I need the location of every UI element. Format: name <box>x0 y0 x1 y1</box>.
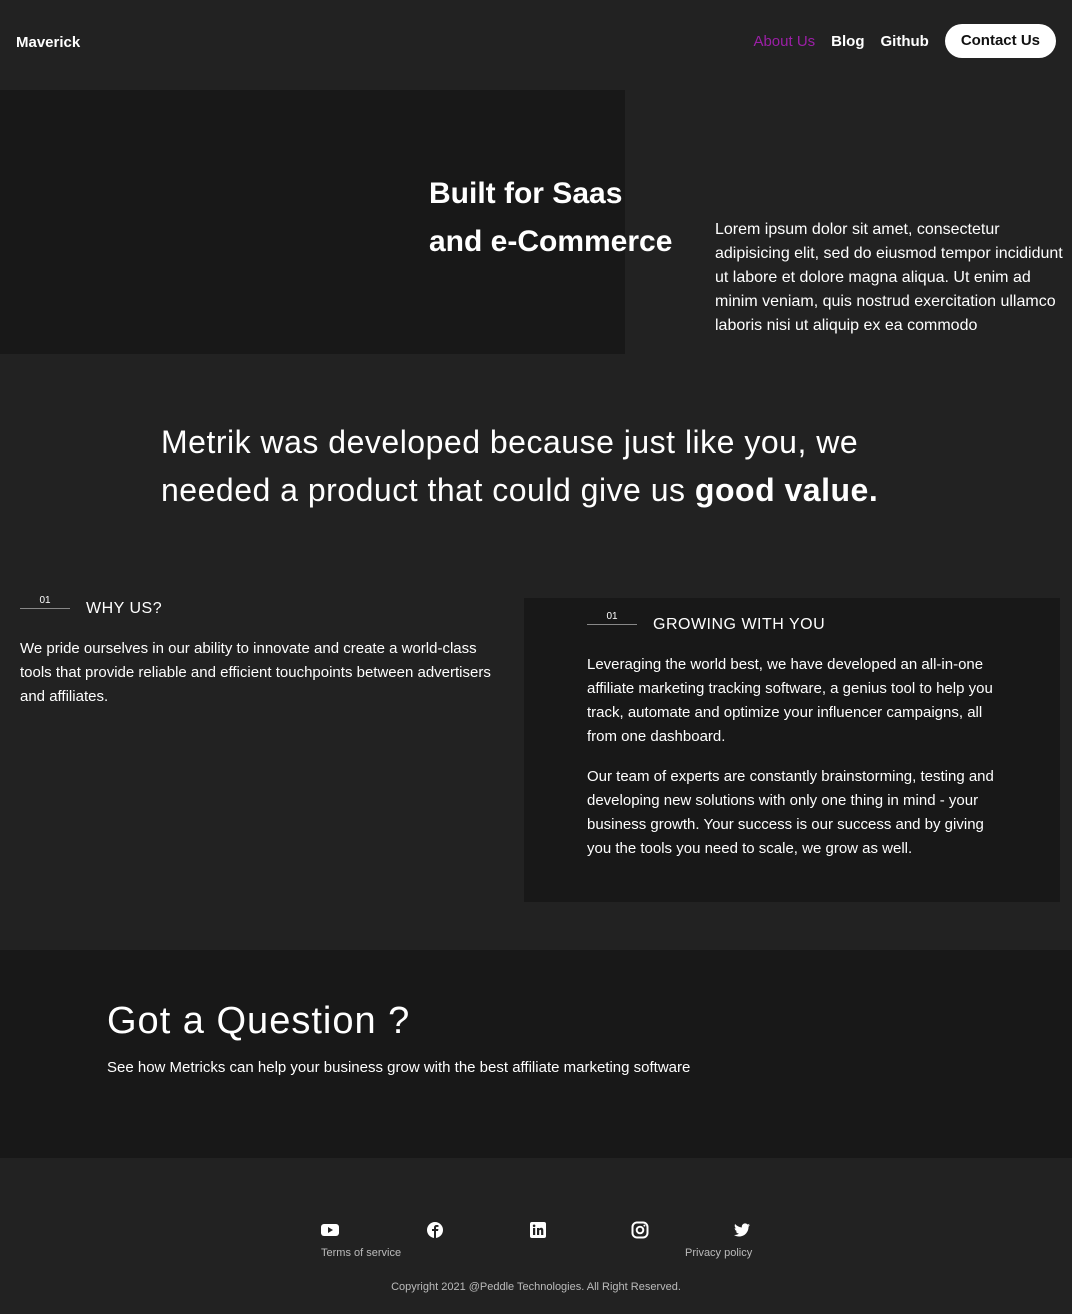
terms-of-service-link[interactable]: Terms of service <box>321 1247 401 1259</box>
feature-text-growing-2: Our team of experts are constantly brain… <box>587 768 994 857</box>
social-icons <box>321 1221 753 1239</box>
hero-description: Lorem ipsum dolor sit amet, consectetur … <box>715 221 1063 334</box>
feature-number-text: 01 <box>606 611 618 622</box>
feature-number-underline <box>20 608 70 609</box>
question-text: See how Metricks can help your business … <box>107 1059 691 1076</box>
privacy-policy-link[interactable]: Privacy policy <box>685 1247 752 1259</box>
feature-text-why-us: We pride ourselves in our ability to inn… <box>20 640 491 705</box>
feature-title-growing: GROWING WITH YOU <box>653 616 826 633</box>
facebook-icon[interactable] <box>426 1221 444 1239</box>
youtube-icon[interactable] <box>321 1221 339 1239</box>
feature-number-1: 01 <box>20 595 70 609</box>
question-section <box>0 950 1072 1158</box>
linkedin-icon[interactable] <box>529 1221 547 1239</box>
copyright-text: Copyright 2021 @Peddle Technologies. All… <box>391 1281 681 1293</box>
nav-blog[interactable]: Blog <box>831 33 864 50</box>
feature-text-growing-1: Leveraging the world best, we have devel… <box>587 656 993 745</box>
mission-statement: Metrik was developed because just like y… <box>161 418 921 514</box>
feature-number-2: 01 <box>587 611 637 625</box>
hero-title-line1: Built for Saas <box>429 177 623 210</box>
nav-about-us[interactable]: About Us <box>753 33 815 50</box>
feature-number-text: 01 <box>39 595 51 606</box>
feature-number-underline <box>587 624 637 625</box>
nav-github[interactable]: Github <box>880 33 928 50</box>
site-header: Maverick About Us Blog Github Contact Us <box>0 0 1072 90</box>
twitter-icon[interactable] <box>733 1221 751 1239</box>
question-title: Got a Question ? <box>107 1000 411 1042</box>
contact-us-button[interactable]: Contact Us <box>944 24 1056 58</box>
brand-logo[interactable]: Maverick <box>16 34 80 51</box>
instagram-icon[interactable] <box>631 1221 649 1239</box>
feature-title-why-us: WHY US? <box>86 600 163 617</box>
main-nav: About Us Blog Github Contact Us <box>753 24 1056 58</box>
statement-emphasis: good value. <box>694 472 879 508</box>
hero-title-line2: and e-Commerce <box>429 225 673 258</box>
hero-title: Built for Saas and e-Commerce <box>429 170 672 266</box>
